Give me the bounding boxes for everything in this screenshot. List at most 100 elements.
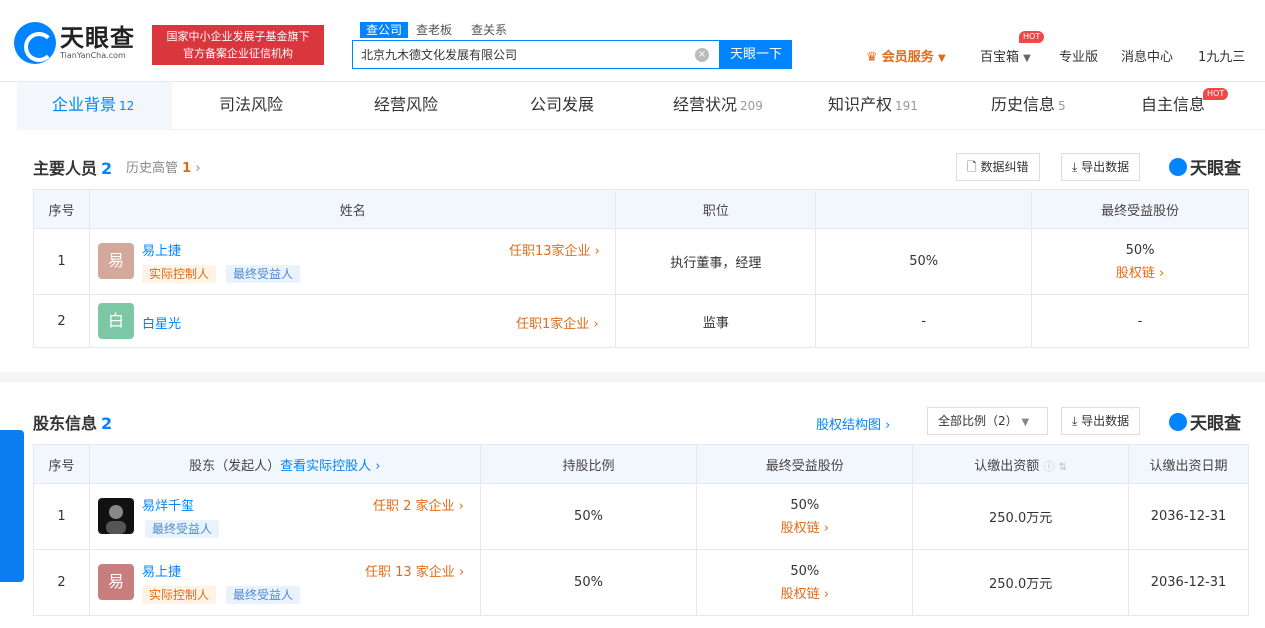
final-share-cell: 50% 股权链 › [696,549,914,616]
search-tab-relation[interactable]: 查关系 [471,22,507,38]
table-row: 1 执行董事，经理 50% 50% 股权链 › [33,228,1249,295]
search-tab-company[interactable]: 查公司 [360,22,409,38]
positions-link[interactable]: 任职1家企业 › [516,313,599,332]
export-data-button[interactable]: ⤓ 导出数据 [1061,407,1141,435]
history-executives-link[interactable]: 历史高管 1 › [126,157,201,176]
brand-logo: 天眼查 [1169,409,1241,434]
section-title-text: 主要人员 [33,159,98,178]
tab-history-info[interactable]: 历史信息 5 [991,82,1066,128]
shareholder-name-link[interactable]: 易烊千玺 [142,495,194,514]
ratio-filter-dropdown[interactable]: 全部比例（2） ▼ [927,407,1048,435]
top-bar: 天眼查 TianYanCha.com 国家中小企业发展子基金旗下 官方备案企业征… [0,0,1265,82]
hot-badge: HOT [1019,31,1045,43]
user-menu[interactable]: 1九九三 [1198,46,1245,65]
col-header: 认缴出资额 ⓘ ⇅ [912,444,1130,484]
pro-version-link[interactable]: 专业版 [1059,46,1098,65]
positions-link[interactable]: 任职 2 家企业 › [373,495,464,514]
tag-actual-controller: 实际控制人 [142,586,217,604]
person-name-link[interactable]: 易上捷 [142,240,181,259]
table-header-row: 序号 姓名 职位 最终受益股份 [33,189,1249,229]
sort-icon[interactable]: ⇅ [1059,462,1067,473]
portrait-icon [106,505,126,534]
equity-chain-link[interactable]: 股权链 › [697,583,912,602]
row-number: 2 [33,294,90,348]
tab-business-status[interactable]: 经营状况 209 [673,82,763,128]
table-header-row: 序号 股东（发起人）查看实际控股人 › 持股比例 最终受益股份 认缴出资额 ⓘ … [33,444,1249,484]
help-icon[interactable]: ⓘ [1043,460,1054,473]
avatar: 易 [98,243,134,279]
tab-label: 历史信息 [991,95,1056,114]
final-share-value: 50% [790,563,820,579]
ratio-cell: 50% [479,483,698,550]
avatar-photo [98,498,134,534]
tab-label: 司法风险 [219,95,284,114]
shareholder-cell [88,483,481,550]
row-number: 2 [33,549,90,616]
data-correction-button[interactable]: 🗋 数据纠错 [956,153,1040,181]
tab-label: 自主信息 [1141,95,1206,114]
col-header: 持股比例 [479,444,698,484]
link-text: 股权链 [780,586,820,602]
download-icon: ⤓ [1072,414,1078,428]
search-input[interactable] [353,41,683,68]
tab-company-development[interactable]: 公司发展 [530,82,594,128]
brand-text: 天眼查 [1190,414,1241,434]
search-tab-boss[interactable]: 查老板 [416,22,452,38]
search-box: × [352,40,720,69]
tab-judicial-risk[interactable]: 司法风险 [219,82,283,128]
header-text: 股东（发起人） [189,458,281,474]
final-share-value: 50% [1125,242,1155,258]
history-label: 历史高管 [126,161,179,176]
equity-chain-link[interactable]: 股权链 › [1032,262,1248,281]
dropdown-icon: ▼ [1023,53,1031,64]
floating-app-widget[interactable] [0,430,24,582]
site-logo[interactable]: 天眼查 TianYanCha.com [14,22,135,64]
tab-enterprise-background[interactable]: 企业背景 12 [52,82,134,128]
positions-link[interactable]: 任职13家企业 › [509,240,600,259]
tab-self-info[interactable]: 自主信息 [1141,82,1205,128]
brand-text: 天眼查 [1190,159,1241,179]
view-controller-link[interactable]: 查看实际控股人 › [280,459,380,474]
export-data-button[interactable]: ⤓ 导出数据 [1061,153,1141,181]
col-header: 认缴出资日期 [1128,444,1249,484]
person-name-link[interactable]: 白星光 [142,313,181,332]
positions-link[interactable]: 任职 13 家企业 › [365,561,464,580]
tab-count: 191 [895,99,918,113]
header-text: 认缴出资额 [974,458,1040,474]
shareholder-name-link[interactable]: 易上捷 [142,561,181,580]
amount-cell: 250.0万元 [912,483,1130,550]
tab-operational-risk[interactable]: 经营风险 [374,82,438,128]
position-cell: 执行董事，经理 [615,228,817,295]
col-header: 最终受益股份 [1031,189,1249,229]
final-share-value: 50% [790,497,820,513]
logo-icon [1169,412,1187,431]
col-header: 最终受益股份 [696,444,914,484]
equity-chain-link[interactable]: 股权链 › [697,517,912,536]
crown-icon: ♛ [866,50,878,65]
tab-intellectual-property[interactable]: 知识产权 191 [828,82,918,128]
link-text: 股权结构图 [816,418,882,433]
link-text: 查看实际控股人 [280,458,372,474]
baibaoxiang-menu[interactable]: 百宝箱 ▼ [980,46,1031,65]
name-cell [88,228,617,295]
logo-domain: TianYanCha.com [60,51,126,60]
section-count: 2 [101,414,113,433]
position-cell: 监事 [615,294,817,348]
col-header: 序号 [33,189,90,229]
col-header: 职位 [615,189,817,229]
link-text: 股权链 [1115,265,1155,281]
final-share-cell: 50% 股权链 › [1031,228,1249,295]
equity-structure-link[interactable]: 股权结构图 › [816,414,890,433]
button-label: 数据纠错 [980,160,1029,174]
message-center-link[interactable]: 消息中心 [1121,46,1173,65]
button-label: 导出数据 [1081,160,1130,174]
clear-icon[interactable]: × [695,48,709,62]
avatar: 易 [98,564,134,600]
search-button[interactable]: 天眼一下 [720,40,792,69]
row-number: 1 [33,483,90,550]
vip-service[interactable]: ♛ 会员服务 ▼ [866,46,946,65]
avatar: 白 [98,303,134,339]
ratio-cell: 50% [479,549,698,616]
section-divider [0,372,1265,382]
final-share-cell: - [1031,294,1249,348]
